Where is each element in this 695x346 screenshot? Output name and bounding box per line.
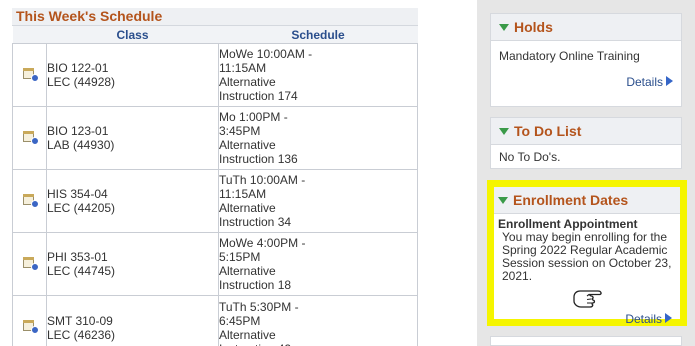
schedule-table: Class Schedule BIO 122-01 LEC (44928) MoWe… (12, 26, 418, 346)
schedule-line: Mo 1:00PM - (219, 110, 288, 124)
enrollment-body: Enrollment Appointment You may begin enr… (494, 214, 680, 326)
schedule-line: Instruction 136 (219, 152, 298, 166)
todo-header[interactable]: To Do List (491, 118, 681, 145)
class-cell: BIO 122-01 LEC (44928) (46, 43, 219, 107)
collapse-triangle-icon[interactable] (499, 128, 509, 135)
right-arrow-icon[interactable] (665, 313, 672, 323)
schedule-row: PHI 353-01 LEC (44745) MoWe 4:00PM -5:15PM… (12, 232, 418, 296)
collapse-triangle-icon[interactable] (499, 24, 509, 31)
class-section: LEC (44928) (47, 75, 116, 89)
enrollment-header[interactable]: Enrollment Dates (494, 187, 680, 214)
next-panel-edge (490, 336, 682, 346)
schedule-icon-cell (12, 106, 47, 170)
schedule-cell: TuTh 5:30PM -6:45PMAlternativeInstructio… (218, 295, 418, 346)
icon-column-header (12, 26, 47, 44)
enrollment-text: You may begin enrolling for the Spring 2… (502, 230, 672, 283)
enrollment-details-link[interactable]: Details (498, 313, 672, 326)
schedule-line: MoWe 4:00PM - (219, 236, 306, 250)
schedule-title: This Week's Schedule (12, 8, 418, 26)
schedule-line: Alternative (219, 327, 276, 342)
schedule-line: Alternative (219, 138, 276, 152)
schedule-line: Alternative (219, 264, 276, 278)
class-code: HIS 354-04 (47, 187, 108, 201)
schedule-line: Instruction 42 (219, 342, 417, 346)
class-cell: BIO 123-01 LAB (44930) (46, 106, 219, 170)
class-code: SMT 310-09 (47, 313, 113, 328)
schedule-row: BIO 122-01 LEC (44928) MoWe 10:00AM -11:15… (12, 43, 418, 107)
class-code: BIO 122-01 (47, 61, 109, 75)
right-arrow-icon[interactable] (666, 76, 673, 86)
holds-details-link[interactable]: Details (499, 75, 673, 89)
schedule-row: SMT 310-09 LEC (46236) TuTh 5:30PM -6:45PM… (12, 295, 418, 346)
schedule-line: 3:45PM (219, 124, 261, 138)
schedule-row: BIO 123-01 LAB (44930) Mo 1:00PM -3:45PM Al… (12, 106, 418, 170)
schedule-icon-cell (12, 43, 47, 107)
class-code: PHI 353-01 (47, 250, 108, 264)
schedule-line: MoWe 10:00AM - (219, 47, 313, 61)
schedule-line: Instruction 34 (219, 215, 292, 229)
holds-header[interactable]: Holds (491, 14, 681, 41)
todo-panel: To Do List No To Do's. (490, 117, 682, 169)
class-code: BIO 123-01 (47, 124, 109, 138)
holds-body: Mandatory Online Training Details (491, 41, 681, 97)
class-section: LEC (44205) (47, 201, 116, 215)
schedule-line: TuTh 5:30PM - (219, 299, 299, 314)
holds-details-label[interactable]: Details (626, 75, 663, 89)
class-calendar-icon[interactable] (22, 130, 39, 145)
schedule-cell: MoWe 10:00AM -11:15AM Alternative Instruct… (218, 43, 418, 107)
class-cell: PHI 353-01 LEC (44745) (46, 232, 219, 296)
holds-title: Holds (514, 19, 553, 35)
schedule-line: 5:15PM (219, 250, 261, 264)
class-section: LEC (44745) (47, 264, 116, 278)
schedule-header-row: Class Schedule (12, 26, 418, 44)
hand-pointer-icon (573, 290, 602, 308)
schedule-cell: MoWe 4:00PM -5:15PM Alternative Instructio… (218, 232, 418, 296)
schedule-line: Alternative (219, 201, 276, 215)
schedule-icon-cell (12, 295, 47, 346)
schedule-panel: This Week's Schedule Class Schedule BIO … (12, 8, 418, 346)
class-section: LEC (46236) (47, 327, 116, 342)
holds-panel: Holds Mandatory Online Training Details (490, 13, 682, 107)
todo-title: To Do List (514, 123, 582, 139)
schedule-column-header: Schedule (218, 26, 418, 44)
schedule-line: 6:45PM (219, 313, 261, 328)
schedule-line: TuTh 10:00AM - (219, 173, 306, 187)
class-cell: HIS 354-04 LEC (44205) (46, 169, 219, 233)
todo-body: No To Do's. (491, 145, 681, 169)
class-cell: SMT 310-09 LEC (46236) (46, 295, 219, 346)
schedule-icon-cell (12, 169, 47, 233)
schedule-cell: Mo 1:00PM -3:45PM Alternative Instruction … (218, 106, 418, 170)
schedule-icon-cell (12, 232, 47, 296)
class-calendar-icon[interactable] (22, 319, 39, 334)
schedule-row: HIS 354-04 LEC (44205) TuTh 10:00AM -11:15… (12, 169, 418, 233)
class-calendar-icon[interactable] (22, 256, 39, 271)
class-calendar-icon[interactable] (22, 193, 39, 208)
enrollment-details-label[interactable]: Details (625, 312, 662, 326)
todo-item: No To Do's. (499, 150, 561, 164)
schedule-cell: TuTh 10:00AM -11:15AM Alternative Instruct… (218, 169, 418, 233)
schedule-line: 11:15AM (219, 187, 267, 201)
holds-item: Mandatory Online Training (499, 49, 640, 63)
class-calendar-icon[interactable] (22, 67, 39, 82)
schedule-line: Instruction 174 (219, 89, 298, 103)
schedule-line: Alternative (219, 75, 276, 89)
schedule-line: Instruction 18 (219, 278, 292, 292)
class-column-header: Class (46, 26, 219, 44)
collapse-triangle-icon[interactable] (498, 197, 508, 204)
schedule-line: 11:15AM (219, 61, 267, 75)
class-section: LAB (44930) (47, 138, 115, 152)
enrollment-title: Enrollment Dates (513, 192, 629, 208)
